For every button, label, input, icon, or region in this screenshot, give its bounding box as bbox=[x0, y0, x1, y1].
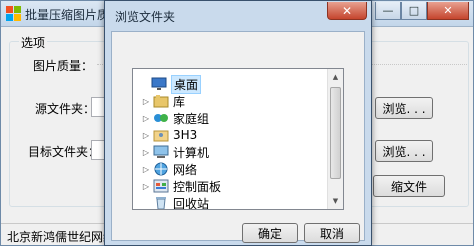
desktop-icon bbox=[151, 77, 167, 91]
tree-scrollbar[interactable]: ▲ ▼ bbox=[327, 69, 343, 209]
tree-item[interactable]: ▷ 控制面板 bbox=[141, 177, 221, 195]
control-panel-icon bbox=[153, 179, 169, 193]
browse-target-button[interactable]: 浏览. . . bbox=[375, 140, 433, 162]
tree-item[interactable]: ▷ 网络 bbox=[141, 160, 197, 178]
network-icon bbox=[153, 162, 169, 176]
browse-folder-dialog: 浏览文件夹 ✕ ▲ ▼ 桌面 ▷ 库 ▷ 家庭组 ▷ 3H3 ▷ 计算机 ▷ 网络 ▷ 控制面板 回收站 … bbox=[104, 0, 372, 246]
tree-item-label: 计算机 bbox=[173, 145, 210, 160]
tree-item-label: 3H3 bbox=[173, 128, 198, 142]
scroll-down-icon[interactable]: ▼ bbox=[328, 193, 343, 209]
tree-item[interactable]: ▷ 3H3 bbox=[141, 126, 197, 144]
tree-item[interactable]: 回收站 bbox=[141, 194, 210, 210]
expand-chevron-icon[interactable]: ▷ bbox=[141, 165, 151, 174]
tree-item[interactable]: 桌面 bbox=[139, 74, 202, 94]
tree-item-label: 网络 bbox=[173, 162, 198, 177]
source-folder-label: 源文件夹： bbox=[35, 102, 96, 116]
tree-item[interactable]: ▷ 计算机 bbox=[141, 143, 209, 161]
dialog-titlebar: 浏览文件夹 ✕ bbox=[105, 1, 371, 27]
expand-chevron-icon[interactable]: ▷ bbox=[141, 97, 151, 106]
quality-label: 图片质量： bbox=[33, 59, 94, 73]
app-icon bbox=[6, 6, 22, 22]
ok-button[interactable]: 确定 bbox=[242, 223, 298, 243]
homegroup-icon bbox=[153, 111, 169, 125]
expand-chevron-icon[interactable]: ▷ bbox=[141, 131, 151, 140]
user-folder-icon bbox=[153, 128, 169, 142]
close-button[interactable]: ✕ bbox=[427, 2, 469, 20]
tree-item-label: 桌面 bbox=[171, 74, 202, 94]
target-folder-label: 目标文件夹： bbox=[28, 145, 101, 159]
dialog-title: 浏览文件夹 bbox=[115, 10, 176, 24]
scroll-thumb[interactable] bbox=[330, 87, 341, 179]
browse-source-button[interactable]: 浏览. . . bbox=[375, 97, 433, 119]
library-icon bbox=[153, 94, 169, 108]
tree-item[interactable]: ▷ 库 bbox=[141, 92, 185, 110]
cancel-button[interactable]: 取消 bbox=[304, 223, 360, 243]
tree-item-label: 回收站 bbox=[173, 196, 210, 210]
expand-chevron-icon[interactable]: ▷ bbox=[141, 182, 151, 191]
tree-item-label: 家庭组 bbox=[173, 111, 210, 126]
expand-chevron-icon[interactable]: ▷ bbox=[141, 114, 151, 123]
dialog-close-button[interactable]: ✕ bbox=[327, 2, 367, 20]
compress-button[interactable]: 缩文件 bbox=[373, 175, 445, 197]
computer-icon bbox=[153, 145, 169, 159]
tree-item[interactable]: ▷ 家庭组 bbox=[141, 109, 209, 127]
options-group-label: 选项 bbox=[19, 34, 48, 51]
expand-chevron-icon[interactable]: ▷ bbox=[141, 148, 151, 157]
folder-tree[interactable]: ▲ ▼ 桌面 ▷ 库 ▷ 家庭组 ▷ 3H3 ▷ 计算机 ▷ 网络 ▷ 控制面板 回收站 bbox=[132, 68, 344, 210]
tree-item-label: 库 bbox=[173, 94, 186, 109]
tree-item-label: 控制面板 bbox=[173, 179, 222, 194]
maximize-button[interactable]: □ bbox=[401, 2, 427, 20]
minimize-button[interactable]: — bbox=[375, 2, 401, 20]
dialog-body: ▲ ▼ 桌面 ▷ 库 ▷ 家庭组 ▷ 3H3 ▷ 计算机 ▷ 网络 ▷ 控制面板 回收站 确定 取消 bbox=[111, 31, 365, 243]
recycle-bin-icon bbox=[153, 196, 169, 209]
scroll-up-icon[interactable]: ▲ bbox=[328, 69, 343, 85]
